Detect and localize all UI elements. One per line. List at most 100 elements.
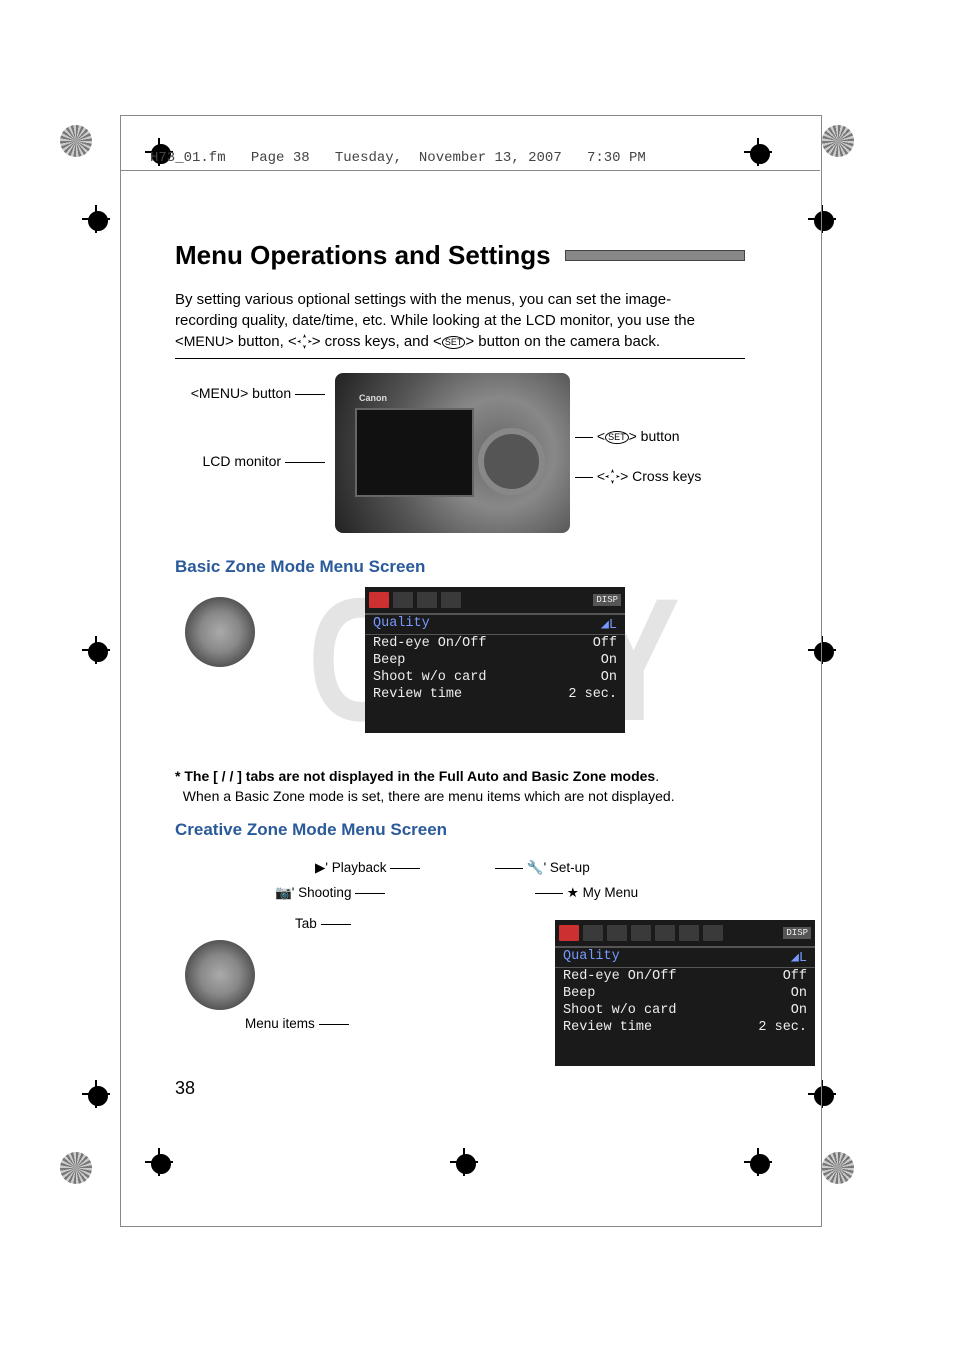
disp-badge: DISP [783,927,811,939]
callout-set-pre: < [597,428,605,444]
menu-label: Red-eye On/Off [563,969,783,984]
tab-shooting-icon [369,592,389,608]
menu-label: Shoot w/o card [373,670,601,685]
tab-setup2-icon [655,925,675,941]
menu-value: On [601,653,617,668]
anno-mymenu: ★ My Menu [535,885,638,901]
menu-tabbar: DISP [365,587,625,614]
intro-line3-pre: < [175,333,184,350]
menu-value: Off [783,969,807,984]
menu-value: ◢L [601,616,617,633]
intro-line3-end: > button on the camera back. [465,333,660,350]
callout-lcd-monitor: LCD monitor [165,453,325,469]
creative-menu-screen: DISP Quality◢L Red-eye On/OffOff BeepOn … [555,920,815,1066]
intro-line3-mid2: > cross keys, and < [312,333,442,350]
header-page: Page 38 [251,150,310,166]
menu-row: BeepOn [555,985,815,1002]
disp-badge: DISP [593,594,621,606]
cross-keys-icon [297,334,312,349]
camera-brand: Canon [359,393,387,403]
callout-cross-keys: < > Cross keys [575,468,701,484]
menu-value: 2 sec. [568,687,617,702]
callout-set-button: <SET> button [575,428,680,444]
camera-figure: Canon <MENU> button LCD monitor <SET> bu… [175,373,745,543]
menu-value: ◢L [791,949,807,966]
menu-label: Review time [373,687,568,702]
note-bold: The [ / / ] tabs are not displayed in th… [184,768,655,784]
menu-row: Review time2 sec. [365,686,625,703]
title-bar [565,250,745,261]
menu-label: Quality [563,949,791,966]
creative-zone-title: Creative Zone Mode Menu Screen [175,820,745,840]
star-icon: ★ [567,885,579,900]
basic-zone-figure: DISP Quality◢L Red-eye On/OffOff BeepOn … [175,587,745,757]
anno-shooting-text: Shooting [298,885,351,900]
menu-label: Beep [373,653,601,668]
menu-label: Red-eye On/Off [373,636,593,651]
menu-value: 2 sec. [758,1020,807,1035]
camera-lcd [355,408,474,497]
menu-value: Off [593,636,617,651]
menu-row: Red-eye On/OffOff [365,635,625,652]
callout-cross-post: > Cross keys [620,468,701,484]
header-time: 7:30 PM [587,150,646,166]
registration-cross-icon [82,1080,110,1108]
camera-icon: 📷' [275,885,294,900]
wrench-icon: 🔧' [527,860,546,875]
menu-row: Shoot w/o cardOn [365,669,625,686]
creative-zone-figure: ▶' Playback 🔧' Set-up 📷' Shooting ★ My M… [175,850,745,1100]
menu-row: Quality◢L [365,614,625,635]
menu-row: Shoot w/o cardOn [555,1002,815,1019]
anno-mymenu-text: My Menu [583,885,639,900]
intro-line1: By setting various optional settings wit… [175,291,671,308]
menu-tabbar: DISP [555,920,815,947]
set-icon: SET [442,336,466,349]
callout-menu-button: <MENU> button [165,385,325,401]
anno-setup: 🔧' Set-up [495,860,590,876]
intro-paragraph: By setting various optional settings wit… [175,289,745,352]
registration-cross-icon [82,205,110,233]
menu-label: Review time [563,1020,758,1035]
tab-playback-icon [393,592,413,608]
menu-value: On [791,986,807,1001]
menu-row: Quality◢L [555,947,815,968]
basic-menu-screen: DISP Quality◢L Red-eye On/OffOff BeepOn … [365,587,625,733]
anno-playback: ▶' Playback [315,860,420,876]
page-header-metadata: H73_01.fm Page 38 Tuesday, November 13, … [150,150,646,166]
registration-cross-icon [82,636,110,664]
cross-keys-icon [605,469,620,484]
callout-cross-pre: < [597,468,605,484]
menu-row: Review time2 sec. [555,1019,815,1036]
playback-icon: ▶' [315,860,328,875]
intro-rule [175,358,745,359]
menu-label: Quality [373,616,601,633]
anno-tab: Tab [295,916,351,931]
menu-value: On [601,670,617,685]
intro-line2: recording quality, date/time, etc. While… [175,312,695,329]
camera-illustration: Canon [335,373,570,533]
tab-setup3-icon [679,925,699,941]
mode-dial-icon [185,940,255,1010]
menu-row: Red-eye On/OffOff [555,968,815,985]
anno-shooting: 📷' Shooting [275,885,385,901]
header-rule [120,170,820,171]
callout-menu-button-text: <MENU> button [191,385,291,401]
anno-tab-text: Tab [295,916,317,931]
header-weekday: Tuesday, [335,150,402,166]
intro-line3-mid1: > button, < [225,333,297,350]
tab-setup2-icon [441,592,461,608]
tab-shooting-icon [559,925,579,941]
basic-zone-title: Basic Zone Mode Menu Screen [175,557,745,577]
tab-shooting2-icon [583,925,603,941]
anno-menu-items: Menu items [245,1016,349,1031]
anno-playback-text: Playback [332,860,387,875]
tab-setup-icon [631,925,651,941]
tab-playback-icon [607,925,627,941]
anno-setup-text: Set-up [550,860,590,875]
anno-menu-items-text: Menu items [245,1016,315,1031]
set-icon: SET [605,431,629,444]
callout-lcd-text: LCD monitor [203,453,282,469]
callout-set-post: > button [629,428,680,444]
page-number: 38 [175,1078,195,1099]
page-title-text: Menu Operations and Settings [175,240,551,271]
